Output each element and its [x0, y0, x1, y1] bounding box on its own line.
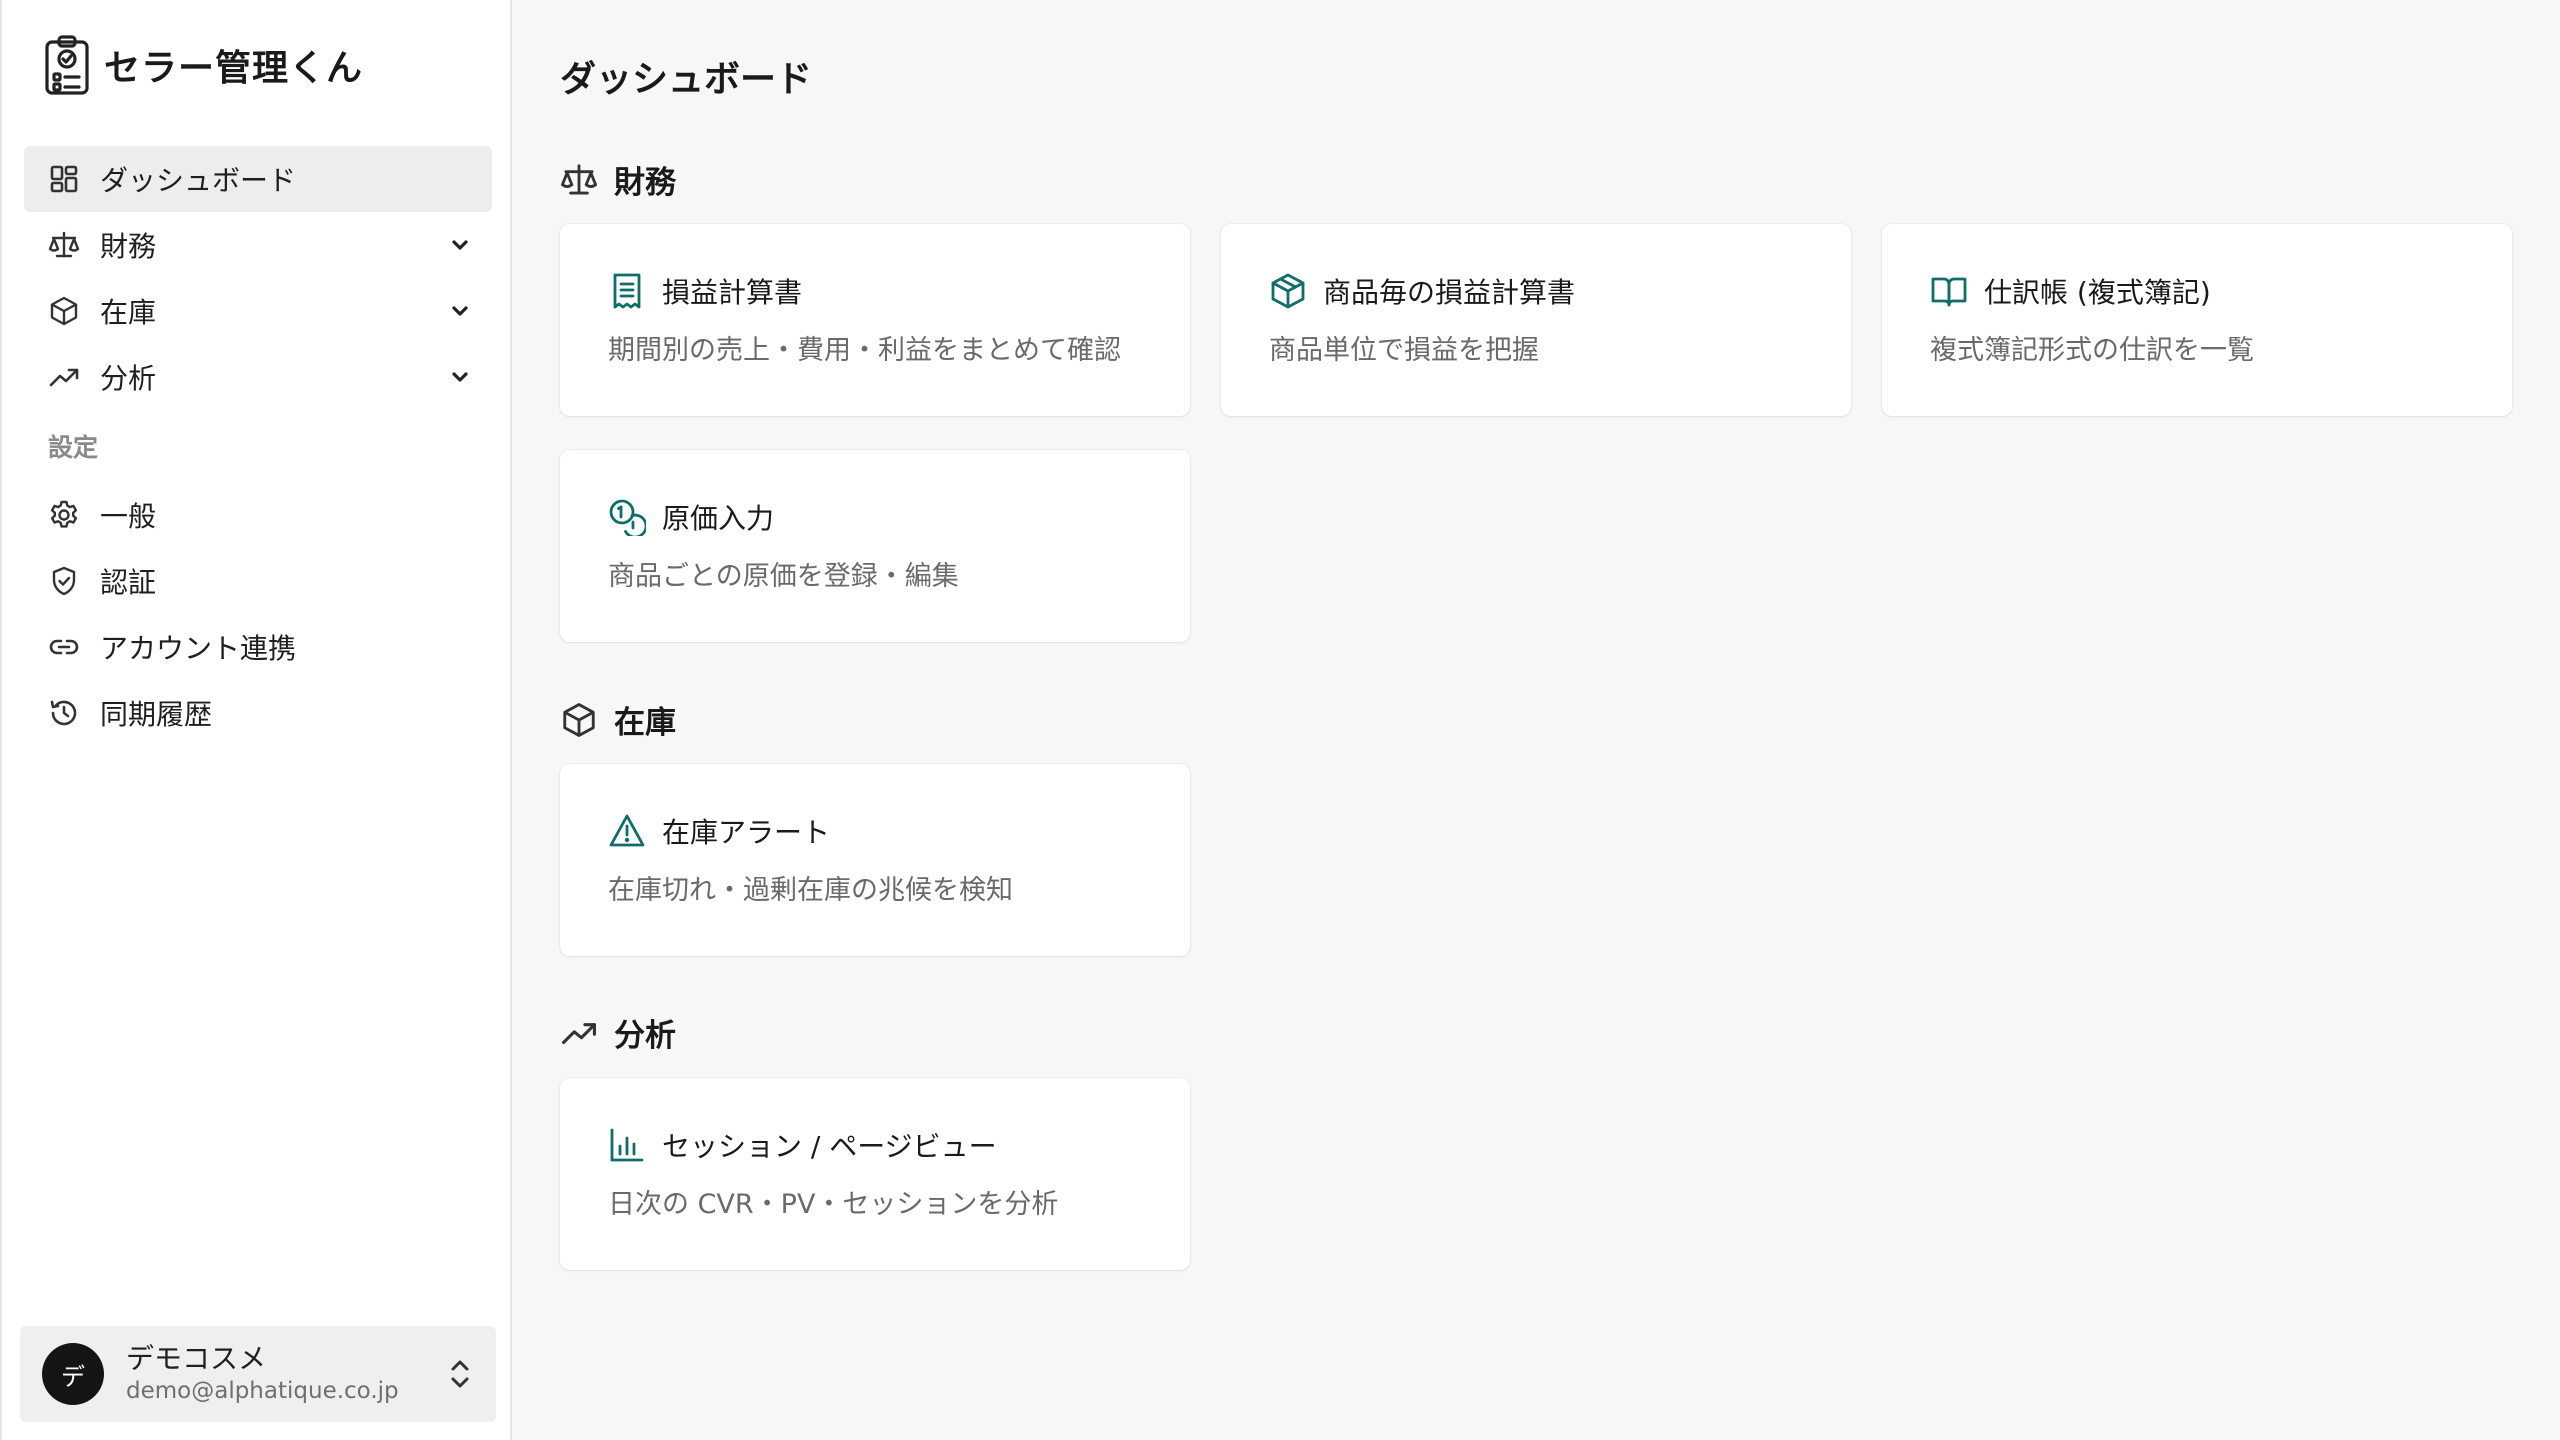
sidebar-item-auth[interactable]: 認証 [24, 548, 492, 614]
settings-heading: 設定 [48, 433, 99, 462]
box-icon [48, 295, 80, 327]
sidebar-item-label: アカウント連携 [100, 632, 297, 665]
alert-triangle-icon [608, 812, 646, 850]
sidebar-item-inventory[interactable]: 在庫 [24, 278, 492, 344]
chevron-down-icon[interactable] [448, 299, 472, 323]
card-title: 仕訳帳 (複式簿記) [1984, 276, 2211, 309]
sidebar-item-label: 一般 [100, 500, 157, 533]
sidebar-item-dashboard[interactable]: ダッシュボード [24, 146, 492, 212]
history-icon [48, 697, 80, 729]
sidebar-item-label: 分析 [100, 362, 157, 395]
sidebar: セラー管理くん ダッシュボード 財務 在庫 分析 設定 一般 認証 アカウント連… [0, 0, 512, 1440]
coins-icon [608, 498, 646, 536]
app-name: セラー管理くん [104, 48, 364, 89]
card-description: 複式簿記形式の仕訳を一覧 [1930, 335, 2254, 366]
card-title: 在庫アラート [662, 816, 831, 849]
card-description: 日次の CVR・PV・セッションを分析 [608, 1189, 1059, 1220]
section-label: 分析 [614, 1018, 676, 1054]
chevron-down-icon[interactable] [448, 233, 472, 257]
card-description: 商品ごとの原価を登録・編集 [608, 561, 959, 592]
card-description: 在庫切れ・過剰在庫の兆候を検知 [608, 875, 1013, 906]
trending-up-icon [560, 1014, 598, 1052]
card-inventory-alert[interactable]: 在庫アラート 在庫切れ・過剰在庫の兆候を検知 [560, 764, 1190, 956]
gear-icon [48, 499, 80, 531]
card-title: 原価入力 [662, 502, 775, 535]
trending-up-icon [48, 361, 80, 393]
sidebar-item-finance[interactable]: 財務 [24, 212, 492, 278]
grid-icon [48, 163, 80, 195]
card-product-profit-loss[interactable]: 商品毎の損益計算書 商品単位で損益を把握 [1221, 224, 1851, 416]
page-title: ダッシュボード [560, 59, 813, 100]
sidebar-item-label: ダッシュボード [100, 164, 297, 197]
package-icon [1269, 272, 1307, 310]
sidebar-item-label: 財務 [100, 230, 157, 263]
card-profit-loss[interactable]: 損益計算書 期間別の売上・費用・利益をまとめて確認 [560, 224, 1190, 416]
sidebar-item-label: 在庫 [100, 296, 157, 329]
card-cost-input[interactable]: 原価入力 商品ごとの原価を登録・編集 [560, 450, 1190, 642]
avatar: デ [42, 1343, 104, 1405]
card-description: 期間別の売上・費用・利益をまとめて確認 [608, 335, 1121, 366]
user-menu[interactable]: デ デモコスメ demo@alphatique.co.jp [20, 1326, 496, 1422]
scale-icon [48, 229, 80, 261]
sidebar-item-label: 同期履歴 [100, 698, 213, 731]
brand[interactable]: セラー管理くん [44, 34, 363, 96]
section-analytics-heading: 分析 [560, 1010, 676, 1055]
card-sessions-pageviews[interactable]: セッション / ページビュー 日次の CVR・PV・セッションを分析 [560, 1078, 1190, 1270]
section-label: 財務 [614, 165, 676, 201]
sidebar-item-account-link[interactable]: アカウント連携 [24, 614, 492, 680]
sidebar-item-general[interactable]: 一般 [24, 482, 492, 548]
card-title: 商品毎の損益計算書 [1323, 276, 1576, 309]
link-icon [48, 631, 80, 663]
scale-icon [560, 161, 598, 199]
card-description: 商品単位で損益を把握 [1269, 335, 1539, 366]
card-journal[interactable]: 仕訳帳 (複式簿記) 複式簿記形式の仕訳を一覧 [1882, 224, 2512, 416]
book-open-icon [1930, 272, 1968, 310]
user-name: デモコスメ [126, 1342, 267, 1375]
receipt-icon [608, 272, 646, 310]
card-title: セッション / ページビュー [662, 1130, 997, 1163]
section-label: 在庫 [614, 705, 676, 741]
sidebar-item-sync-history[interactable]: 同期履歴 [24, 680, 492, 746]
clipboard-check-icon [44, 34, 90, 96]
chevrons-up-down-icon [446, 1357, 474, 1391]
sidebar-item-label: 認証 [100, 566, 157, 599]
section-inventory-heading: 在庫 [560, 697, 676, 742]
user-email: demo@alphatique.co.jp [126, 1378, 399, 1404]
section-finance-heading: 財務 [560, 157, 676, 202]
bar-chart-icon [608, 1126, 646, 1164]
card-title: 損益計算書 [662, 276, 803, 309]
chevron-down-icon[interactable] [448, 365, 472, 389]
sidebar-nav: ダッシュボード 財務 在庫 分析 設定 一般 認証 アカウント連携 同期履歴 [24, 146, 492, 746]
shield-check-icon [48, 565, 80, 597]
sidebar-item-analytics[interactable]: 分析 [24, 344, 492, 410]
box-icon [560, 701, 598, 739]
user-info: デモコスメ demo@alphatique.co.jp [126, 1342, 446, 1406]
